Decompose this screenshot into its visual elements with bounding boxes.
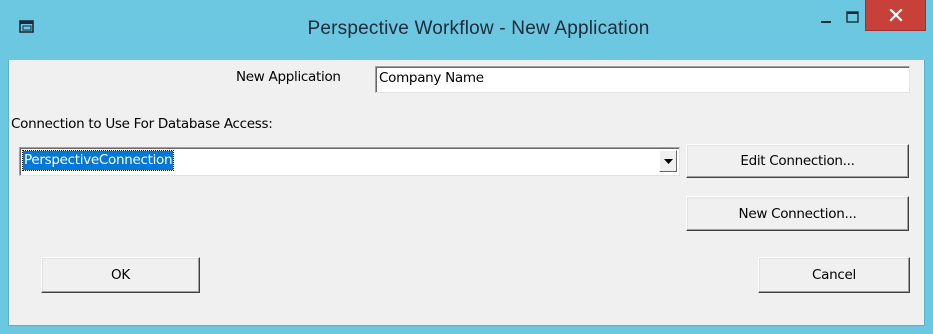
new-application-field[interactable] (375, 66, 910, 93)
new-application-label: New Application (236, 69, 341, 85)
close-icon (889, 9, 903, 22)
cancel-label: Cancel (812, 267, 856, 283)
ok-button[interactable]: OK (41, 257, 200, 293)
connection-label: Connection to Use For Database Access: (11, 116, 273, 132)
new-application-input[interactable] (379, 70, 886, 86)
chevron-down-icon (664, 159, 673, 164)
connection-select[interactable]: PerspectiveConnection (19, 147, 680, 176)
new-connection-label: New Connection... (738, 206, 857, 222)
close-button[interactable] (865, 0, 926, 31)
ok-label: OK (111, 267, 130, 283)
connection-selected-value: PerspectiveConnection (21, 150, 175, 171)
new-connection-button[interactable]: New Connection... (686, 196, 909, 231)
edit-connection-button[interactable]: Edit Connection... (686, 144, 909, 178)
minimize-button[interactable] (813, 8, 839, 30)
dialog-window: Perspective Workflow - New Application N… (0, 0, 933, 334)
maximize-icon (846, 11, 859, 23)
edit-connection-label: Edit Connection... (740, 153, 855, 169)
window-title: Perspective Workflow - New Application (307, 18, 650, 39)
dropdown-button[interactable] (659, 150, 677, 172)
minimize-icon (821, 21, 831, 23)
cancel-button[interactable]: Cancel (758, 257, 910, 293)
dialog-client-area: New Application Connection to Use For Da… (8, 60, 925, 326)
maximize-button[interactable] (839, 8, 865, 30)
title-bar[interactable]: Perspective Workflow - New Application (0, 0, 933, 60)
